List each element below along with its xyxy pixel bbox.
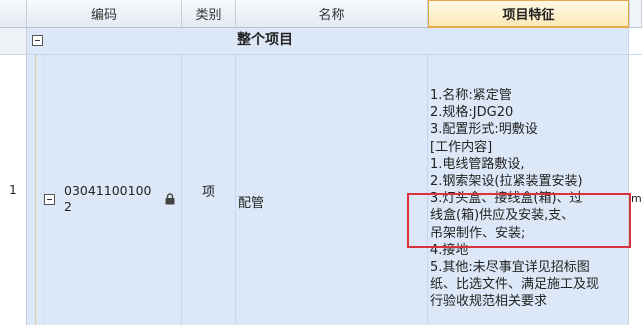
column-header-type-label: 类别 [195, 8, 222, 23]
lock-icon [165, 193, 175, 205]
column-header-features-label: 项目特征 [502, 8, 555, 23]
item-row-filler [629, 55, 642, 325]
tree-line [35, 55, 36, 325]
item-code-line1: 03041100100 [64, 183, 152, 198]
item-type: 项 [201, 184, 215, 200]
project-row-filler [629, 28, 642, 55]
feature-line: 纸、比选文件、满足施工及现 [430, 277, 600, 293]
feature-line: 3.配置形式:明敷设 [430, 122, 538, 138]
collapse-item-icon[interactable] [44, 194, 55, 205]
bill-of-quantities-grid: 编码 类别 名称 项目特征 整个项目 1 03041100100 2 项 配管 … [0, 0, 642, 325]
project-row-number-cell [0, 28, 27, 55]
overflow-text: m [631, 192, 642, 205]
feature-line: 行验收规范相关要求 [430, 294, 548, 310]
collapse-project-icon[interactable] [32, 35, 43, 46]
project-row-label: 整个项目 [237, 32, 293, 48]
tree-line-secondary [43, 55, 44, 325]
row-number-header[interactable] [0, 0, 27, 28]
project-row[interactable] [27, 28, 629, 55]
feature-line: 5.其他:未尽事宜详见招标图 [430, 260, 590, 276]
column-header-name-label: 名称 [318, 8, 345, 23]
feature-line: 1.电线管路敷设, [430, 156, 525, 172]
column-header-name[interactable]: 名称 [236, 0, 428, 28]
feature-line: [工作内容] [430, 139, 493, 155]
annotation-highlight-box [407, 193, 631, 248]
header-filler [629, 0, 642, 28]
row-number-cell[interactable]: 1 [0, 55, 27, 325]
item-name: 配管 [238, 196, 265, 211]
feature-line: 2.钢索架设(拉紧装置安装) [430, 174, 583, 190]
column-header-code[interactable]: 编码 [27, 0, 182, 28]
column-header-features[interactable]: 项目特征 [428, 0, 629, 28]
item-type-cell[interactable]: 项 [182, 55, 236, 325]
row-number: 1 [9, 183, 17, 197]
column-header-code-label: 编码 [90, 8, 117, 23]
column-header-type[interactable]: 类别 [182, 0, 236, 28]
item-name-cell[interactable]: 配管 [236, 55, 428, 325]
item-code-line2: 2 [64, 199, 72, 214]
feature-line: 1.名称:紧定管 [430, 88, 512, 103]
feature-line: 2.规格:JDG20 [430, 105, 514, 121]
